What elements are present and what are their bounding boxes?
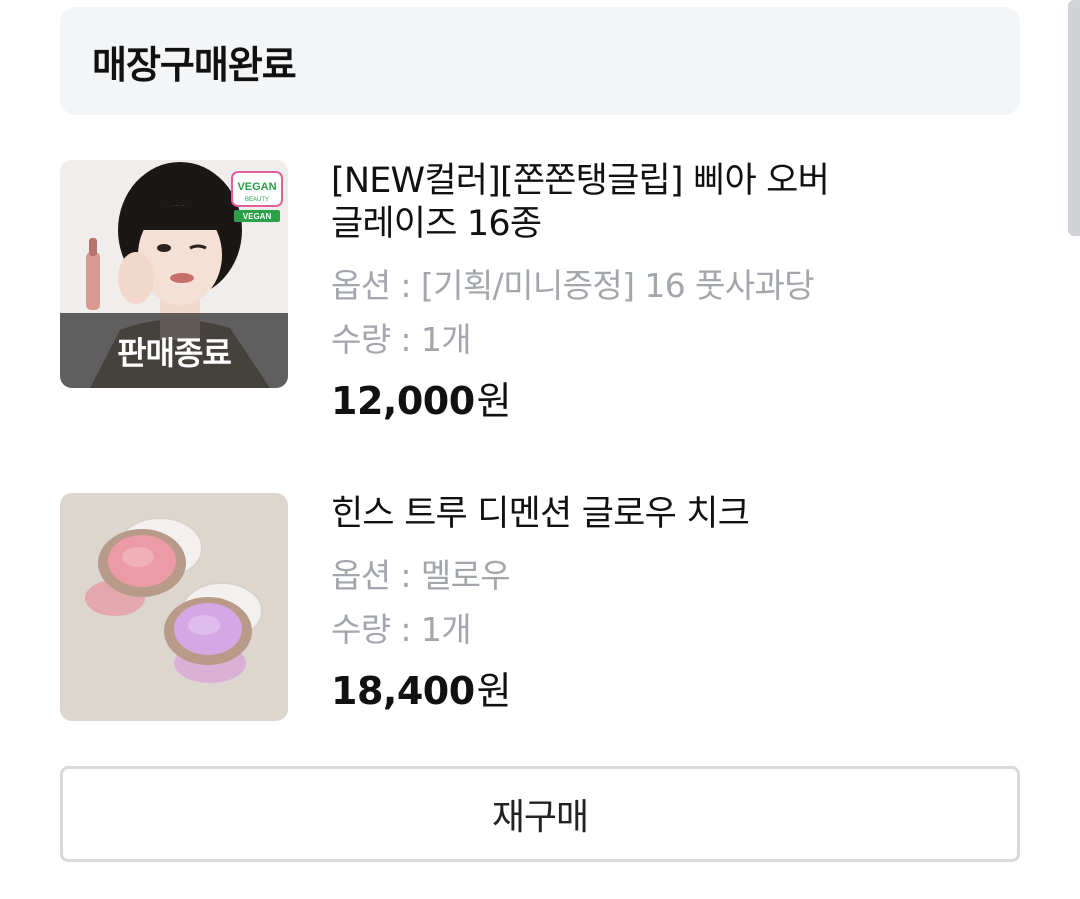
svg-text:BEAUTY: BEAUTY <box>245 197 269 203</box>
product-price: 12,000원 <box>331 378 971 424</box>
product-image-blush <box>60 493 288 721</box>
scrollbar[interactable] <box>1068 0 1080 236</box>
reorder-button[interactable]: 재구매 <box>60 766 1020 862</box>
svg-text:VEGAN: VEGAN <box>243 212 272 221</box>
vegan-badge-icon: VEGAN BEAUTY VEGAN <box>231 171 283 222</box>
price-value: 18,400 <box>331 669 475 713</box>
product-name[interactable]: [NEW컬러][쫀쫀탱글립] 삐아 오버 글레이즈 16종 <box>331 160 971 246</box>
svg-text:VEGAN: VEGAN <box>237 181 276 193</box>
price-currency: 원 <box>476 379 512 423</box>
reorder-button-label: 재구매 <box>491 797 589 838</box>
soldout-overlay: 판매종료 <box>60 313 288 388</box>
product-info: 힌스 트루 디멘션 글로우 치크 옵션 : 멜로우 수량 : 1개 18,400… <box>331 493 971 714</box>
product-price: 18,400원 <box>331 668 971 714</box>
product-thumbnail[interactable] <box>60 493 288 721</box>
product-quantity: 수량 : 1개 <box>331 610 472 649</box>
price-value: 12,000 <box>331 379 475 423</box>
product-info: [NEW컬러][쫀쫀탱글립] 삐아 오버 글레이즈 16종 옵션 : [기획/미… <box>331 160 971 424</box>
order-status-header: 매장구매완료 <box>60 7 1020 115</box>
product-name[interactable]: 힌스 트루 디멘션 글로우 치크 <box>331 493 971 536</box>
product-option: 옵션 : [기획/미니증정] 16 풋사과당 <box>331 266 815 305</box>
product-quantity: 수량 : 1개 <box>331 320 472 359</box>
price-currency: 원 <box>476 669 512 713</box>
order-status-title: 매장구매완료 <box>92 42 297 87</box>
product-thumbnail[interactable]: VEGAN BEAUTY VEGAN 판매종료 <box>60 160 288 388</box>
order-detail-page: 매장구매완료 VEGAN BEAUTY VEGAN 판매종료 [NEW컬러][쫀… <box>0 0 1080 899</box>
product-option: 옵션 : 멜로우 <box>331 556 511 595</box>
soldout-badge: 판매종료 <box>117 333 232 372</box>
